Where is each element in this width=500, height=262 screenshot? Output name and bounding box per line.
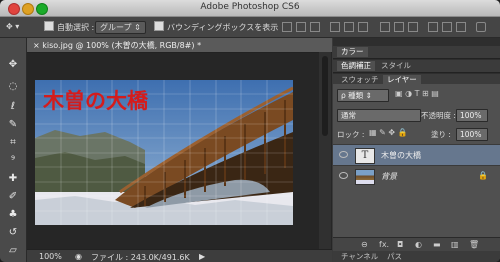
layers-panel: ρ 種類 ⇕ ▣ ◑ T ⊞ ▤ 通常 不透明度 : 100% ロック : ▦ …	[333, 84, 500, 262]
title-bar: Adobe Photoshop CS6	[0, 0, 500, 17]
bottom-panel-tabs: チャンネル パス	[333, 251, 500, 262]
auto-select-value: グループ	[100, 23, 132, 32]
image-canvas[interactable]: 木曽の大橋	[35, 80, 293, 225]
lock-label: ロック :	[337, 130, 365, 139]
zoom-level[interactable]: 100%	[39, 252, 62, 261]
show-transform-checkbox[interactable]: バウンディングボックスを表示	[154, 21, 278, 33]
brush-tool-icon[interactable]: ✐	[5, 190, 21, 204]
layers-bottom-bar: ⊖ fx. ◘ ◐ ▬ ▥ 🗑	[333, 237, 500, 252]
auto-select-checkbox[interactable]: 自動選択 :	[44, 21, 94, 33]
layer-name: 背景	[381, 172, 397, 181]
group-icon[interactable]: ▬	[433, 240, 441, 249]
crop-tool-icon[interactable]: ⌗	[5, 136, 21, 150]
document-area: × kiso.jpg @ 100% (木曽の大橋, RGB/8#) * 木曽の大…	[27, 38, 332, 262]
tab-channels[interactable]: チャンネル	[337, 252, 382, 262]
options-bar: ✥ ▾ 自動選択 : グループ ⇕ バウンディングボックスを表示	[0, 17, 500, 38]
checkbox-icon[interactable]	[154, 21, 164, 31]
move-tool-icon[interactable]: ✥ ▾	[6, 21, 19, 33]
mask-icon[interactable]: ◘	[397, 240, 403, 249]
photoshop-window: Adobe Photoshop CS6 ✥ ▾ 自動選択 : グループ ⇕ バウ…	[0, 0, 500, 262]
window-title: Adobe Photoshop CS6	[200, 2, 300, 12]
align-hcenter-icon[interactable]	[344, 22, 354, 32]
document-tab[interactable]: × kiso.jpg @ 100% (木曽の大橋, RGB/8#) *	[27, 38, 332, 53]
transform-label: バウンディングボックスを表示	[167, 23, 279, 32]
healing-brush-tool-icon[interactable]: ✚	[5, 172, 21, 186]
link-icon[interactable]: ⊖	[361, 240, 368, 249]
filter-icons[interactable]: ▣ ◑ T ⊞ ▤	[395, 89, 439, 98]
auto-select-label: 自動選択 :	[57, 23, 95, 32]
distribute-left-icon[interactable]	[428, 22, 438, 32]
align-bottom-icon[interactable]	[310, 22, 320, 32]
bridge-photo: 木曽の大橋	[35, 80, 293, 225]
checkbox-icon[interactable]	[44, 21, 54, 31]
background-thumbnail	[355, 169, 375, 185]
status-menu-icon[interactable]: ◉	[75, 252, 82, 261]
eye-icon[interactable]	[339, 151, 348, 158]
layer-row-text[interactable]: T 木曽の大橋	[333, 144, 500, 165]
text-layer-thumbnail-icon: T	[355, 148, 375, 164]
panel-tabs-row1: カラー	[333, 46, 500, 59]
fill-label: 塗り :	[431, 130, 451, 139]
tab-close-icon[interactable]: ×	[33, 41, 40, 50]
panel-dock: カラー 色調補正 スタイル スウォッチ レイヤー ρ 種類 ⇕ ▣ ◑ T ⊞ …	[333, 38, 500, 262]
tab-adjustments[interactable]: 色調補正	[337, 61, 375, 71]
trash-icon[interactable]: 🗑	[469, 240, 479, 249]
auto-align-icon[interactable]	[476, 22, 486, 32]
align-right-icon[interactable]	[358, 22, 368, 32]
quick-select-tool-icon[interactable]: ✎	[5, 118, 21, 132]
adjustment-icon[interactable]: ◐	[415, 240, 422, 249]
clone-stamp-tool-icon[interactable]: ♣	[5, 208, 21, 222]
layer-name: 木曽の大橋	[381, 151, 421, 160]
distribute-right-icon[interactable]	[456, 22, 466, 32]
opacity-field[interactable]: 100%	[456, 109, 488, 122]
move-tool-icon[interactable]: ✥	[5, 58, 21, 72]
lock-icons[interactable]: ▦ ✎ ✥ 🔒	[369, 128, 408, 137]
blend-mode-dropdown[interactable]: 通常	[337, 109, 421, 122]
auto-select-dropdown[interactable]: グループ ⇕	[95, 21, 146, 34]
layer-filter-dropdown[interactable]: ρ 種類 ⇕	[337, 89, 389, 102]
tab-color[interactable]: カラー	[337, 47, 368, 57]
align-vcenter-icon[interactable]	[296, 22, 306, 32]
status-bar: 100% ◉ ファイル : 243.0K/491.6K ▶	[27, 249, 332, 262]
tab-paths[interactable]: パス	[383, 252, 406, 262]
tab-modified-marker: *	[197, 41, 202, 50]
history-brush-tool-icon[interactable]: ↺	[5, 226, 21, 240]
vertical-scrollbar[interactable]	[319, 52, 331, 249]
layer-row-background[interactable]: 背景 🔒	[333, 165, 500, 186]
marquee-tool-icon[interactable]: ◌	[5, 80, 21, 94]
fill-field[interactable]: 100%	[456, 128, 488, 141]
fx-icon[interactable]: fx.	[379, 240, 389, 249]
tools-panel: ✥ ◌ ℓ ✎ ⌗ ⁹ ✚ ✐ ♣ ↺ ▱	[0, 38, 27, 262]
distribute-top-icon[interactable]	[380, 22, 390, 32]
distribute-hcenter-icon[interactable]	[442, 22, 452, 32]
opacity-label: 不透明度 :	[421, 111, 456, 120]
align-left-icon[interactable]	[330, 22, 340, 32]
panel-tabs-row2: 色調補正 スタイル	[333, 60, 500, 73]
file-size-info: ファイル : 243.0K/491.6K	[91, 253, 190, 262]
status-arrow-icon[interactable]: ▶	[199, 252, 205, 261]
eyedropper-tool-icon[interactable]: ⁹	[5, 154, 21, 168]
distribute-vcenter-icon[interactable]	[394, 22, 404, 32]
new-layer-icon[interactable]: ▥	[451, 240, 459, 249]
document-tab-label: kiso.jpg @ 100% (木曽の大橋, RGB/8#)	[42, 41, 195, 50]
eye-icon[interactable]	[339, 172, 348, 179]
distribute-bottom-icon[interactable]	[408, 22, 418, 32]
eraser-tool-icon[interactable]: ▱	[5, 244, 21, 258]
lasso-tool-icon[interactable]: ℓ	[5, 100, 21, 114]
lock-icon: 🔒	[478, 171, 488, 180]
canvas-title-text[interactable]: 木曽の大橋	[42, 88, 149, 113]
scrollbar-thumb[interactable]	[322, 56, 328, 136]
tab-styles[interactable]: スタイル	[377, 61, 415, 71]
align-top-icon[interactable]	[282, 22, 292, 32]
